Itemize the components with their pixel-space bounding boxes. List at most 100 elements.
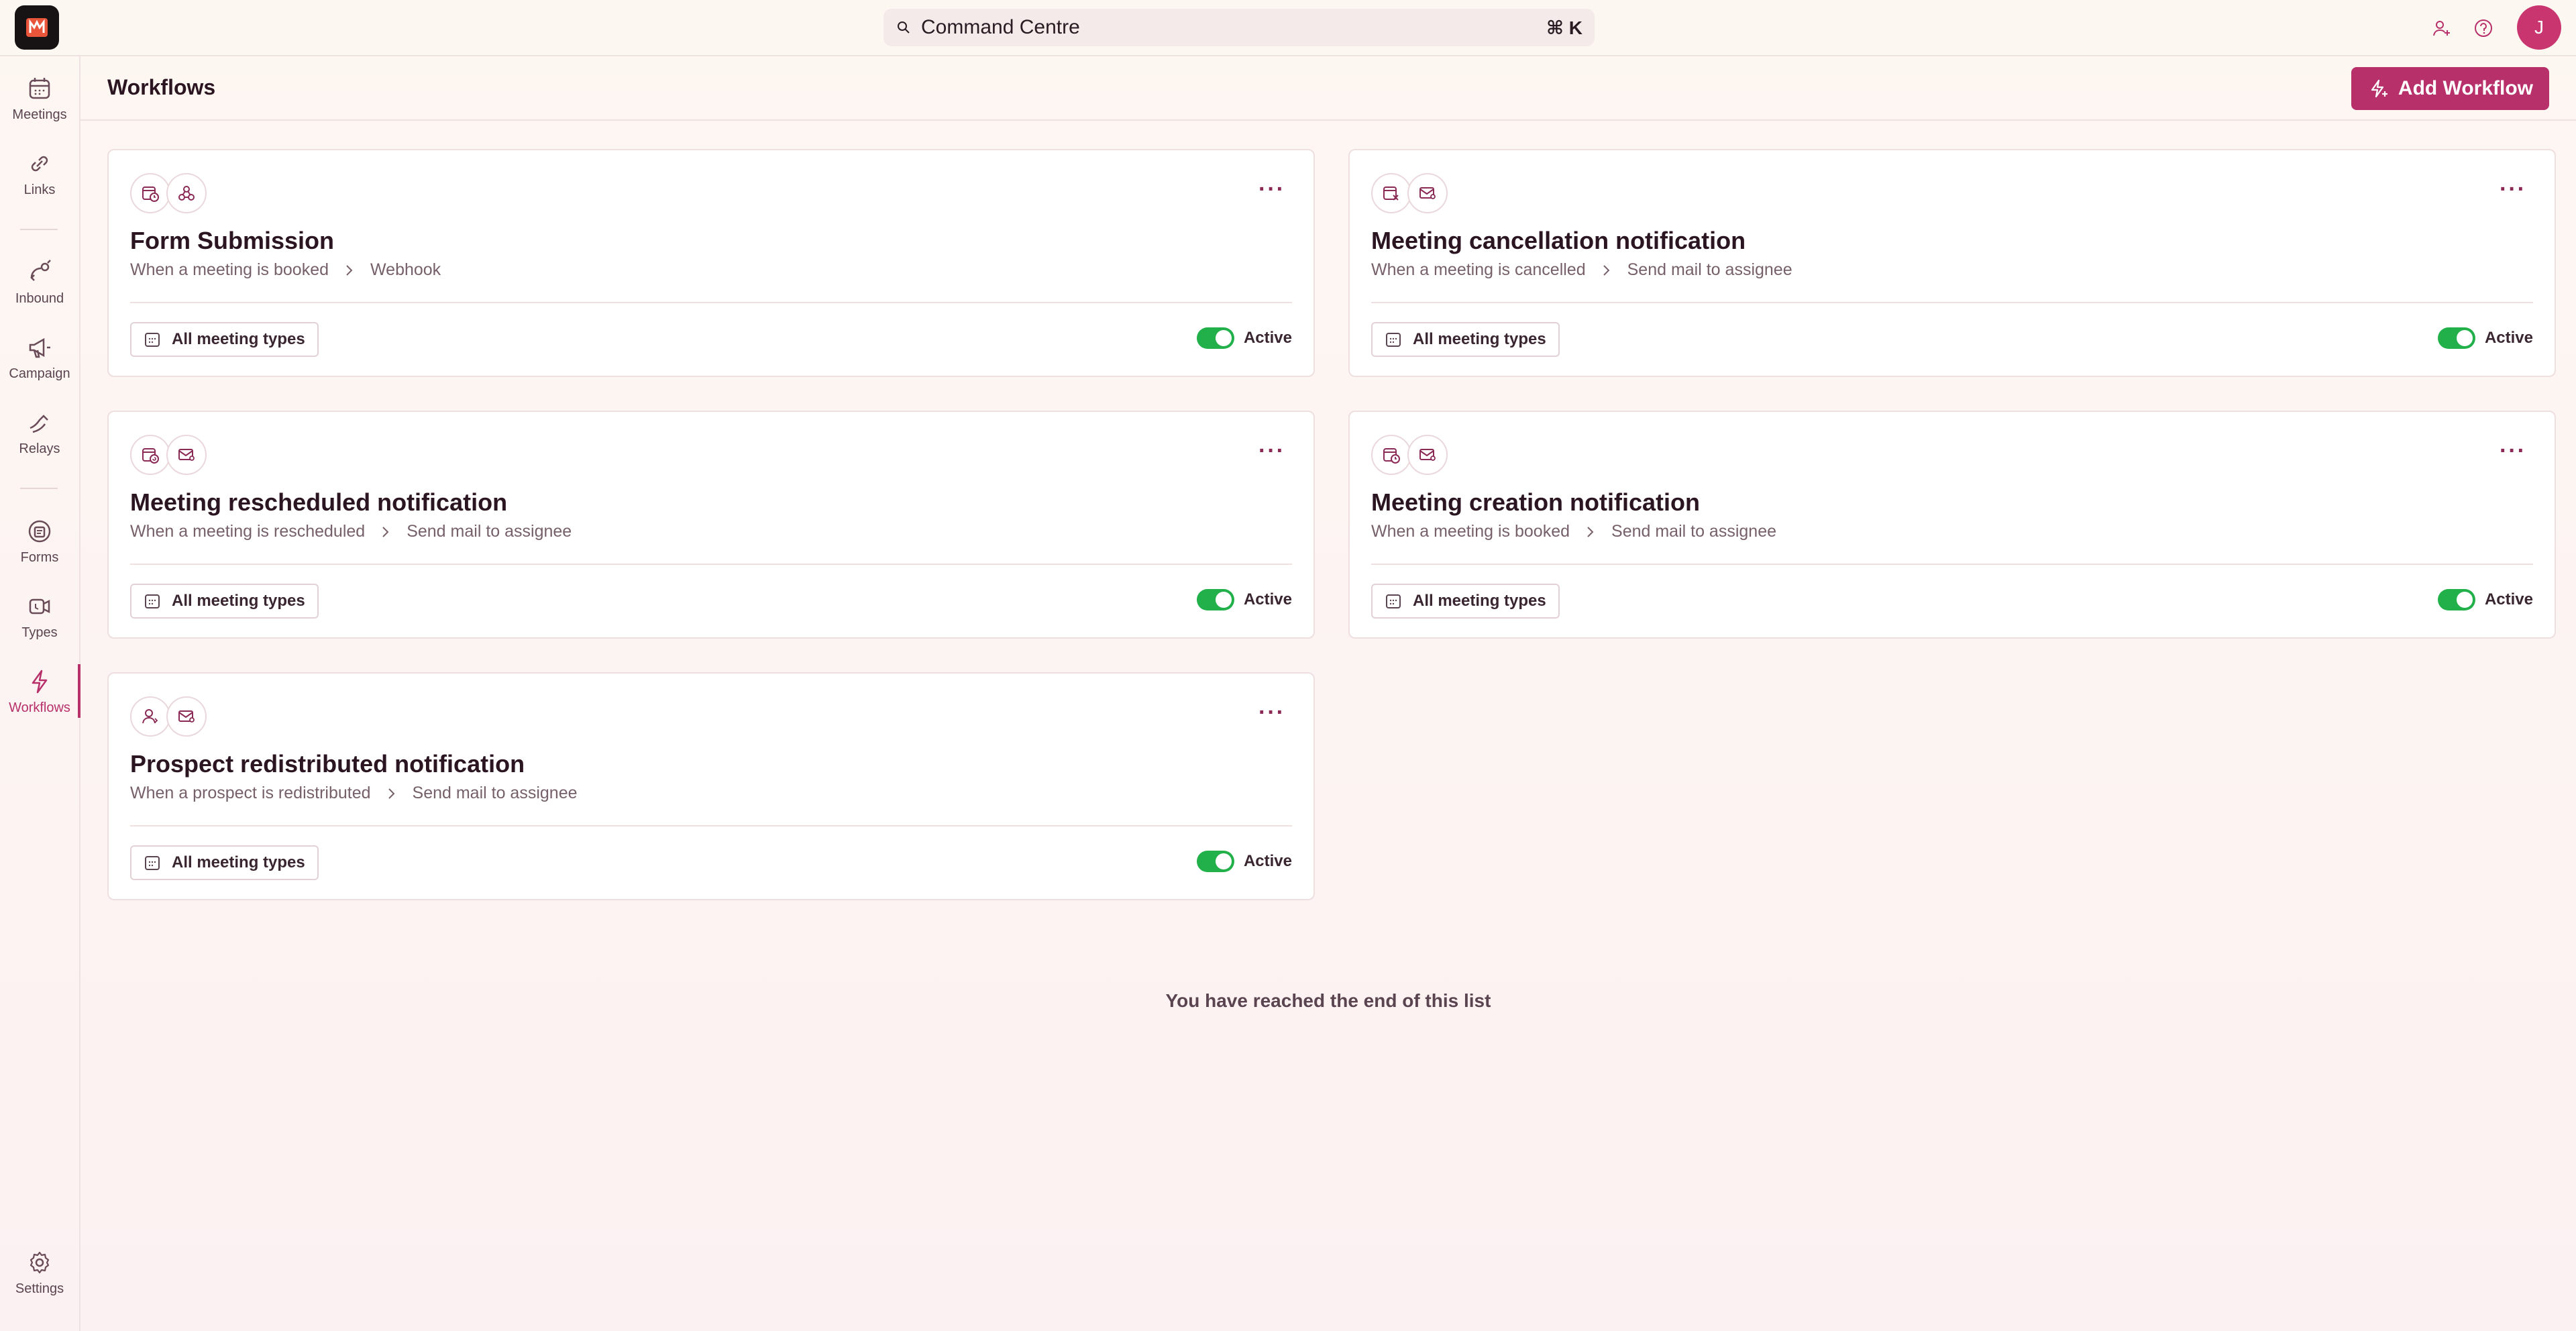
- meeting-types-tag[interactable]: All meeting types: [130, 584, 319, 619]
- workflow-icons: [130, 435, 207, 475]
- add-workflow-button[interactable]: Add Workflow: [2351, 67, 2549, 110]
- sidebar-item-meetings[interactable]: Meetings: [0, 74, 79, 141]
- workflow-action: Send mail to assignee: [412, 784, 578, 802]
- more-options-icon[interactable]: ···: [2500, 439, 2526, 462]
- workflow-card-meeting-rescheduled[interactable]: ··· Meeting rescheduled notification Whe…: [107, 411, 1315, 639]
- tag-label: All meeting types: [1413, 330, 1546, 348]
- sidebar-item-label: Forms: [20, 550, 59, 565]
- status-toggle: Active: [1196, 851, 1292, 872]
- sidebar-item-relays[interactable]: Relays: [0, 408, 79, 475]
- calendar-icon: [145, 594, 160, 608]
- workflow-trigger: When a meeting is rescheduled: [130, 522, 366, 541]
- forms-icon: [28, 520, 51, 543]
- card-divider: [130, 564, 1292, 565]
- relay-icon: [30, 415, 48, 433]
- more-options-icon[interactable]: ···: [1258, 439, 1285, 462]
- app-logo[interactable]: [15, 5, 59, 50]
- mail-user-icon: [1407, 173, 1448, 213]
- page-header: Workflows Add Workflow: [80, 56, 2576, 121]
- workflow-description: When a meeting is booked Send mail to as…: [1371, 522, 1776, 541]
- sidebar-item-workflows[interactable]: Workflows: [0, 664, 80, 734]
- sidebar-divider: [20, 488, 58, 489]
- card-divider: [1371, 302, 2533, 303]
- calendar-icon: [1386, 333, 1401, 347]
- status-toggle: Active: [2437, 327, 2533, 349]
- lightning-icon: [32, 670, 48, 694]
- types-icon: [29, 598, 50, 615]
- user-icon: [130, 696, 170, 737]
- search-label: Command Centre: [921, 16, 1080, 38]
- status-label: Active: [2484, 590, 2533, 608]
- gear-icon: [30, 1251, 50, 1274]
- more-options-icon[interactable]: ···: [1258, 701, 1285, 724]
- meeting-types-tag[interactable]: All meeting types: [1371, 322, 1560, 357]
- workflow-icons: [130, 696, 207, 737]
- meeting-types-tag[interactable]: All meeting types: [130, 322, 319, 357]
- workflow-card-meeting-cancellation[interactable]: ··· Meeting cancellation notification Wh…: [1348, 149, 2556, 377]
- active-toggle[interactable]: [1196, 851, 1234, 872]
- workflow-action: Send mail to assignee: [1627, 260, 1792, 279]
- workflow-title: Form Submission: [130, 227, 335, 254]
- chevron-right-icon: [345, 264, 354, 277]
- card-divider: [130, 825, 1292, 827]
- active-toggle[interactable]: [2437, 589, 2475, 610]
- active-toggle[interactable]: [1196, 327, 1234, 349]
- status-label: Active: [1243, 590, 1292, 608]
- active-toggle[interactable]: [1196, 589, 1234, 610]
- workflow-trigger: When a meeting is cancelled: [1371, 260, 1586, 279]
- sidebar-item-label: Links: [23, 182, 56, 197]
- logo-icon: [26, 18, 48, 37]
- workflow-trigger: When a meeting is booked: [1371, 522, 1570, 541]
- meeting-types-tag[interactable]: All meeting types: [1371, 584, 1560, 619]
- workflow-action: Send mail to assignee: [407, 522, 572, 541]
- more-options-icon[interactable]: ···: [2500, 178, 2526, 201]
- status-label: Active: [2484, 329, 2533, 347]
- status-toggle: Active: [2437, 589, 2533, 610]
- sidebar-item-forms[interactable]: Forms: [0, 517, 79, 584]
- calendar-refresh-icon: [130, 435, 170, 475]
- sidebar-item-label: Workflows: [9, 700, 70, 715]
- inbound-icon: [30, 260, 51, 281]
- sidebar-item-inbound[interactable]: Inbound: [0, 258, 79, 325]
- workflow-description: When a meeting is rescheduled Send mail …: [130, 522, 572, 541]
- sidebar: Meetings Links Inbound Campaign Relays F…: [0, 56, 80, 1331]
- more-options-icon[interactable]: ···: [1258, 178, 1285, 201]
- workflow-description: When a meeting is booked Webhook: [130, 260, 441, 280]
- command-centre-search[interactable]: Command Centre ⌘ K: [883, 9, 1595, 46]
- card-divider: [1371, 564, 2533, 565]
- chevron-right-icon: [1586, 525, 1595, 539]
- workflow-card-prospect-redistributed[interactable]: ··· Prospect redistributed notification …: [107, 672, 1315, 900]
- workflow-card-meeting-creation[interactable]: ··· Meeting creation notification When a…: [1348, 411, 2556, 639]
- page-title: Workflows: [107, 75, 216, 99]
- mail-user-icon: [166, 435, 207, 475]
- meeting-types-tag[interactable]: All meeting types: [130, 845, 319, 880]
- add-user-icon[interactable]: [2428, 15, 2455, 42]
- calendar-icon: [1386, 594, 1401, 608]
- sidebar-item-settings[interactable]: Settings: [0, 1248, 79, 1315]
- calendar-clock-icon: [130, 173, 170, 213]
- sidebar-item-label: Types: [21, 625, 58, 640]
- workflow-title: Prospect redistributed notification: [130, 750, 525, 778]
- calendar-x-icon: [1371, 173, 1411, 213]
- workflow-title: Meeting cancellation notification: [1371, 227, 1746, 254]
- active-toggle[interactable]: [2437, 327, 2475, 349]
- status-toggle: Active: [1196, 327, 1292, 349]
- sidebar-item-label: Meetings: [12, 107, 67, 122]
- workflow-icons: [1371, 435, 1448, 475]
- workflow-icons: [1371, 173, 1448, 213]
- chevron-right-icon: [387, 787, 396, 800]
- avatar[interactable]: J: [2517, 5, 2561, 50]
- sidebar-item-types[interactable]: Types: [0, 592, 79, 659]
- top-bar: Command Centre ⌘ K J: [0, 0, 2576, 56]
- search-icon: [898, 21, 910, 34]
- workflow-card-form-submission[interactable]: ··· Form Submission When a meeting is bo…: [107, 149, 1315, 377]
- shortcut-hint: ⌘ K: [1546, 17, 1582, 38]
- mail-user-icon: [166, 696, 207, 737]
- help-icon[interactable]: [2470, 15, 2497, 42]
- chevron-right-icon: [1602, 264, 1611, 277]
- sidebar-item-links[interactable]: Links: [0, 149, 79, 216]
- calendar-icon: [145, 333, 160, 347]
- sidebar-item-campaign[interactable]: Campaign: [0, 333, 79, 400]
- chevron-right-icon: [381, 525, 390, 539]
- end-of-list-message: You have reached the end of this list: [1165, 990, 1491, 1011]
